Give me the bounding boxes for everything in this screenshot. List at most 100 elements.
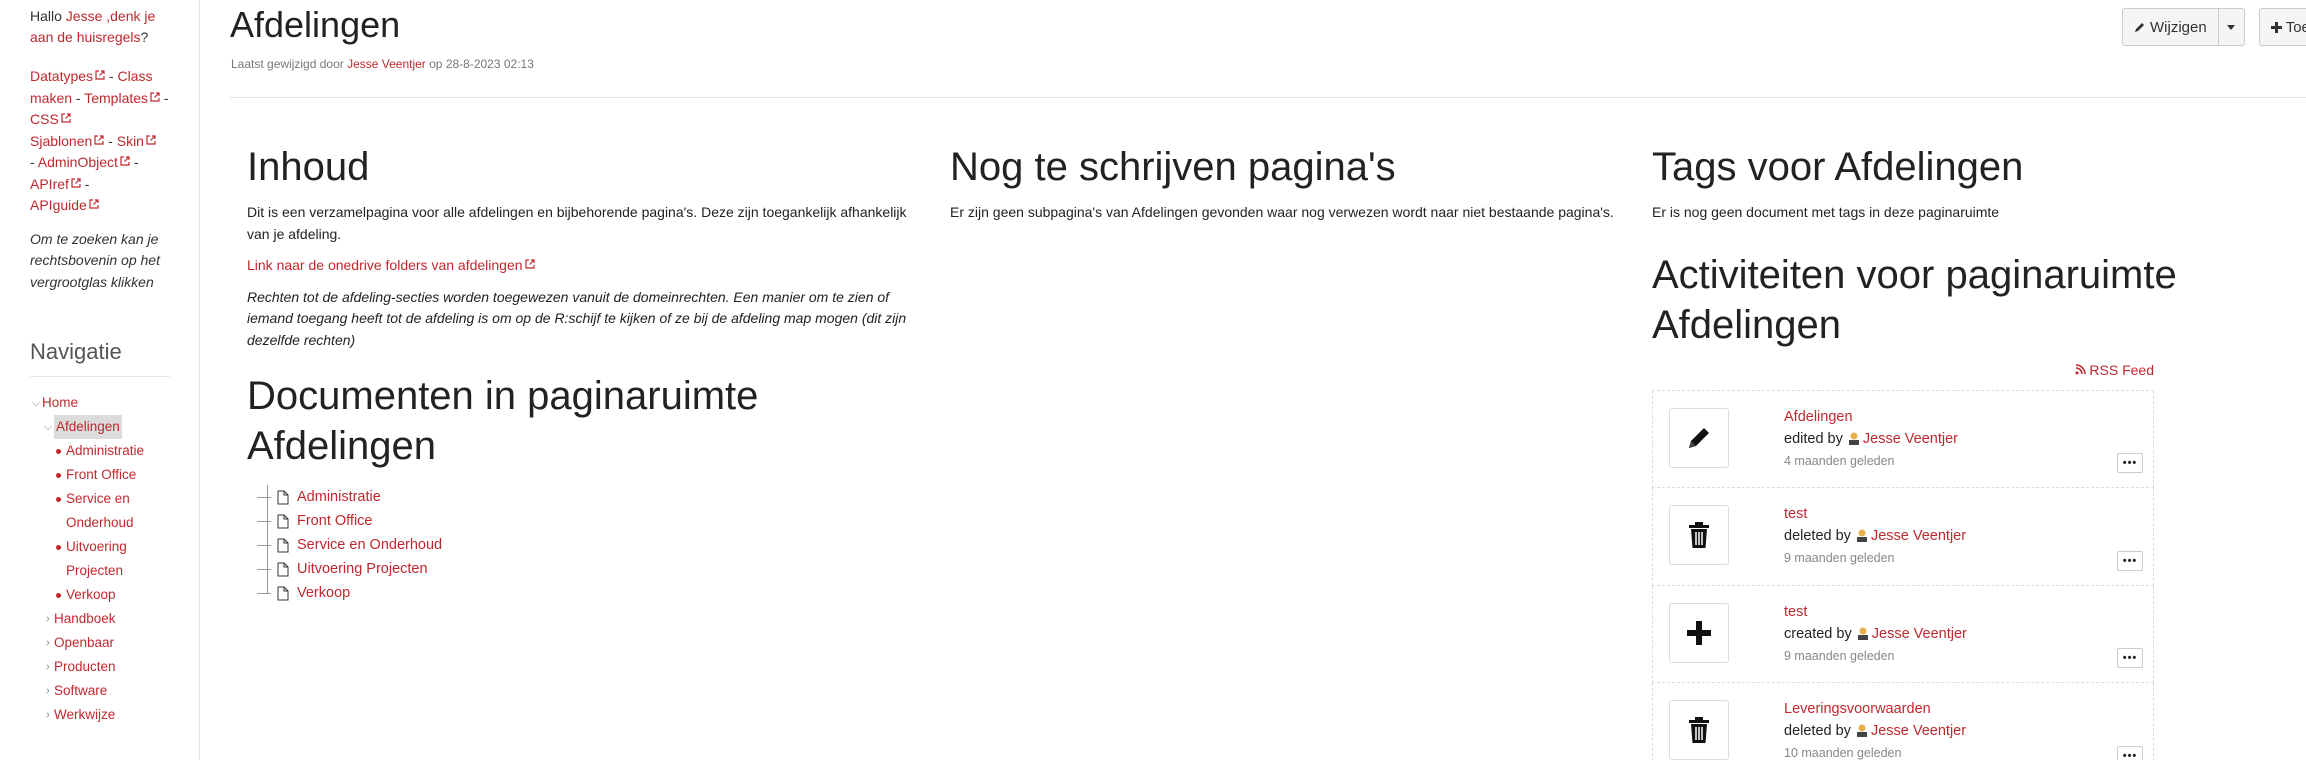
rss-feed-link[interactable]: RSS Feed xyxy=(1652,362,2154,378)
link-sjablonen[interactable]: Sjablonen xyxy=(30,133,92,149)
chevron-right-icon[interactable]: › xyxy=(42,631,54,655)
nav-item-openbaar[interactable]: › Openbaar xyxy=(30,631,169,655)
bullet-icon xyxy=(56,545,61,550)
documents-tree: Administratie Front Office Service en On… xyxy=(257,485,927,605)
edit-dropdown-button[interactable] xyxy=(2218,8,2245,46)
section-heading-todo: Nog te schrijven pagina's xyxy=(950,145,1396,189)
activity-user[interactable]: Jesse Veentjer xyxy=(1872,626,1967,642)
nav-item-home[interactable]: ⌵ Home xyxy=(30,391,169,415)
link-skin[interactable]: Skin xyxy=(117,133,144,149)
activity-feed: Afdelingen edited by Jesse Veentjer 4 ma… xyxy=(1652,389,2154,760)
external-link-icon xyxy=(94,134,104,145)
last-modified: Laatst gewijzigd door Jesse Veentjer op … xyxy=(231,57,534,71)
tags-empty: Er is nog geen document met tags in deze… xyxy=(1652,204,2000,220)
page-toolbar: Wijzigen Toe xyxy=(2122,8,2306,46)
external-link-icon xyxy=(120,156,130,166)
external-link-icon xyxy=(150,91,160,102)
nav-item-service-en-onderhoud[interactable]: Service en Onderhoud xyxy=(30,487,169,535)
plus-icon xyxy=(2270,21,2282,33)
nav-item-uitvoering-projecten[interactable]: Uitvoering Projecten xyxy=(30,535,169,583)
external-link-icon xyxy=(61,113,71,123)
activity-user[interactable]: Jesse Veentjer xyxy=(1871,723,1966,739)
more-options-button[interactable]: ••• xyxy=(2117,453,2143,473)
nav-item-front-office[interactable]: Front Office xyxy=(30,463,169,487)
activity-title[interactable]: test xyxy=(1784,604,1807,620)
edit-button[interactable]: Wijzigen xyxy=(2122,8,2219,46)
link-adminobject[interactable]: AdminObject xyxy=(38,154,118,170)
activity-title[interactable]: Leveringsvoorwaarden xyxy=(1784,701,1931,717)
activity-title[interactable]: Afdelingen xyxy=(1784,409,1853,425)
bullet-icon xyxy=(56,497,61,502)
navigation-tree: ⌵ Home ⌵ Afdelingen Administratie Front Of… xyxy=(30,391,169,727)
pencil-icon xyxy=(1669,407,1729,468)
document-icon xyxy=(277,562,289,576)
activity-text: test created by Jesse Veentjer 9 maanden… xyxy=(1784,603,1967,663)
avatar xyxy=(1856,724,1867,737)
nav-item-software[interactable]: › Software xyxy=(30,679,169,703)
caret-down-icon xyxy=(2227,24,2236,30)
rss-icon xyxy=(2075,363,2086,374)
bullet-icon xyxy=(56,472,61,478)
activity-text: test deleted by Jesse Veentjer 9 maanden… xyxy=(1784,506,1967,565)
tree-item[interactable]: Administratie xyxy=(257,485,927,509)
developer-links: Datatypes - Class maken - Templates - CS… xyxy=(30,68,169,213)
author-link[interactable]: Jesse Veentjer xyxy=(347,57,426,71)
tree-item[interactable]: Verkoop xyxy=(257,581,927,605)
onedrive-link[interactable]: Link naar de onedrive folders van afdeli… xyxy=(247,257,523,273)
pencil-icon xyxy=(2135,23,2144,32)
rights-note: Rechten tot de afdeling-secties worden t… xyxy=(247,288,907,348)
chevron-right-icon[interactable]: › xyxy=(42,679,54,703)
content-column: Inhoud Dit is een verzamelpagina voor al… xyxy=(247,142,927,605)
trash-icon xyxy=(1669,505,1729,565)
page-title: Afdelingen xyxy=(230,4,401,45)
tree-item[interactable]: Front Office xyxy=(257,509,927,533)
document-icon xyxy=(277,538,289,552)
activity-title[interactable]: test xyxy=(1784,506,1807,522)
chevron-right-icon[interactable]: › xyxy=(42,607,54,631)
more-options-button[interactable]: ••• xyxy=(2117,648,2143,668)
link-templates[interactable]: Templates xyxy=(84,90,148,106)
search-hint: Om te zoeken kan je rechtsbovenin op het… xyxy=(30,230,160,290)
external-link-icon xyxy=(146,134,156,145)
section-heading-activity: Activiteiten voor paginaruimte Afdelinge… xyxy=(1652,252,2177,347)
activity-item: test deleted by Jesse Veentjer 9 maanden… xyxy=(1652,488,2154,586)
todo-column: Nog te schrijven pagina's Er zijn geen s… xyxy=(950,142,1630,224)
trash-icon xyxy=(1669,700,1729,760)
more-options-button[interactable]: ••• xyxy=(2117,550,2143,571)
activity-item: test created by Jesse Veentjer 9 maanden… xyxy=(1652,585,2154,683)
sidebar: Hallo Jesse ,denk je aan de huisregels? … xyxy=(0,0,200,760)
link-css[interactable]: CSS xyxy=(30,111,59,127)
link-apiref[interactable]: APIref xyxy=(30,176,69,192)
section-heading-tags: Tags voor Afdelingen xyxy=(1652,145,2024,189)
document-icon xyxy=(277,490,289,504)
header-divider xyxy=(230,97,2306,98)
section-heading-inhoud: Inhoud xyxy=(247,145,370,189)
avatar xyxy=(1848,432,1859,445)
chevron-down-icon[interactable]: ⌵ xyxy=(30,391,42,415)
external-link-icon xyxy=(524,259,535,269)
nav-item-producten[interactable]: › Producten xyxy=(30,655,169,679)
activity-user[interactable]: Jesse Veentjer xyxy=(1863,431,1958,447)
chevron-right-icon[interactable]: › xyxy=(42,703,54,727)
chevron-down-icon[interactable]: ⌵ xyxy=(42,415,54,439)
link-apiguide[interactable]: APIguide xyxy=(30,197,87,213)
external-link-icon xyxy=(71,177,81,188)
avatar xyxy=(1857,627,1868,640)
intro-text: Dit is een verzamelpagina voor alle afde… xyxy=(247,204,907,242)
tree-item[interactable]: Uitvoering Projecten xyxy=(257,557,927,581)
nav-item-handboek[interactable]: › Handboek xyxy=(30,607,169,631)
activity-user[interactable]: Jesse Veentjer xyxy=(1871,528,1966,544)
more-options-button[interactable]: ••• xyxy=(2117,745,2143,760)
document-icon xyxy=(277,586,289,600)
nav-item-werkwijze[interactable]: › Werkwijze xyxy=(30,703,169,727)
nav-item-verkoop[interactable]: Verkoop xyxy=(30,583,169,607)
nav-item-administratie[interactable]: Administratie xyxy=(30,439,169,463)
nav-item-afdelingen[interactable]: ⌵ Afdelingen xyxy=(30,415,169,439)
link-datatypes[interactable]: Datatypes xyxy=(30,68,93,84)
activity-item: Leveringsvoorwaarden deleted by Jesse Ve… xyxy=(1652,683,2154,760)
add-button[interactable]: Toe xyxy=(2258,8,2306,46)
greeting: Hallo Jesse ,denk je aan de huisregels? xyxy=(30,8,156,45)
nav-title: Navigatie xyxy=(30,339,170,377)
chevron-right-icon[interactable]: › xyxy=(42,655,54,679)
tree-item[interactable]: Service en Onderhoud xyxy=(257,533,927,557)
